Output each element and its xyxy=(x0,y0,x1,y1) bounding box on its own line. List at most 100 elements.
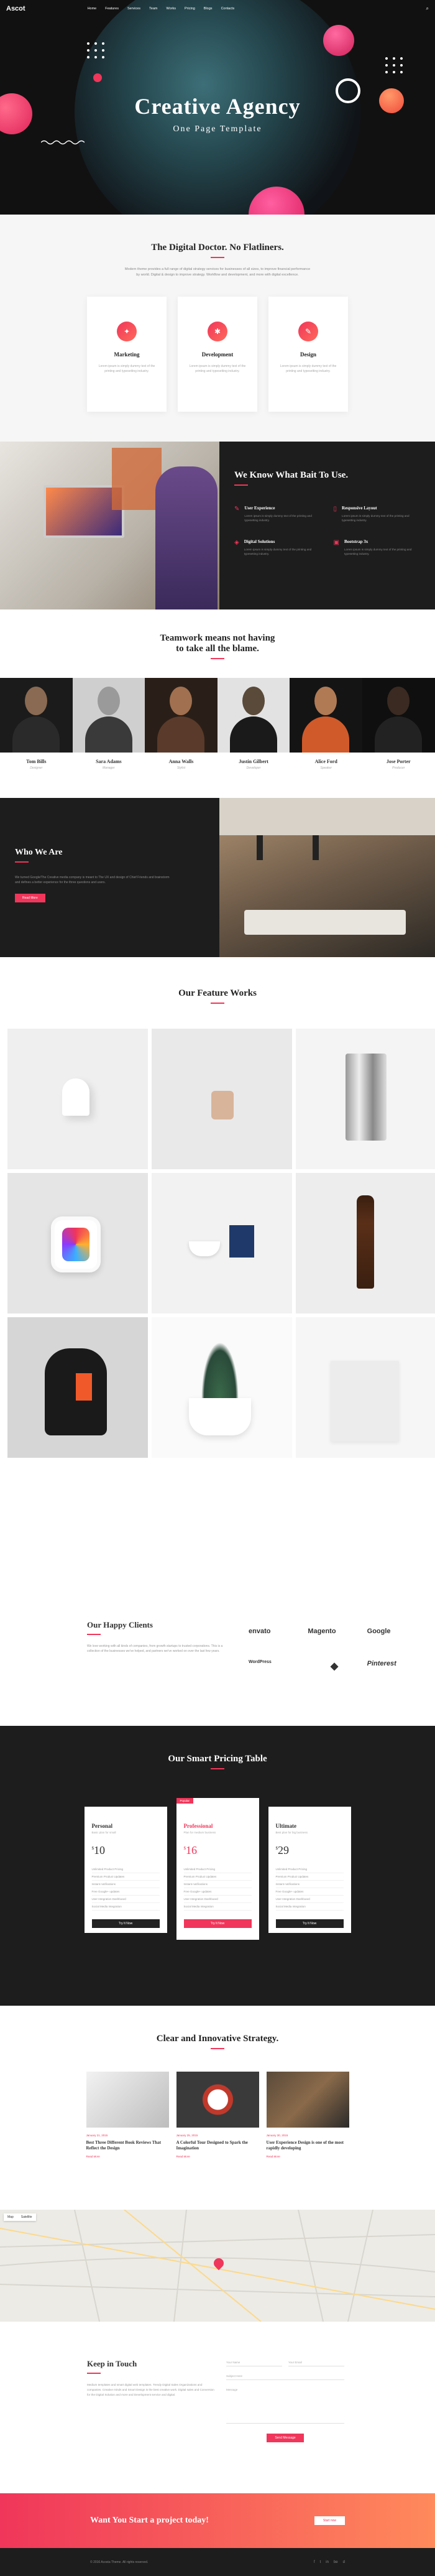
post-title[interactable]: A Colorful Tour Designed to Spark the Im… xyxy=(176,2140,259,2151)
email-field[interactable]: Your Email xyxy=(288,2359,344,2366)
section-title: Our Happy Clients xyxy=(87,1620,153,1629)
satellite-tab[interactable]: Satellite xyxy=(17,2213,36,2221)
read-more-link[interactable]: Read More xyxy=(267,2155,349,2158)
member-role: Producer xyxy=(392,766,405,770)
nav-item-contacts[interactable]: Contacts xyxy=(221,7,235,11)
member-caption: Justin Gilbert Developer xyxy=(218,759,290,770)
read-more-button[interactable]: Read More xyxy=(15,894,45,902)
member-photo[interactable] xyxy=(0,678,73,753)
pricing-plans: Personal Basic plan for small $10 Unlimi… xyxy=(0,1798,435,1940)
card-title: Development xyxy=(201,351,234,358)
feature-text: Lorem ipsum is simply dummy text of the … xyxy=(244,514,312,522)
plan-feature: Social Media Integration xyxy=(91,1903,160,1911)
megaphone-icon: ✦ xyxy=(117,321,137,341)
map-tab[interactable]: Map xyxy=(4,2213,17,2221)
magento-logo[interactable]: Magento xyxy=(308,1628,360,1635)
name-field[interactable]: Your Name xyxy=(226,2359,282,2366)
plan-feature: Unlimited Product Pricing xyxy=(275,1866,344,1873)
nav-item-pricing[interactable]: Pricing xyxy=(185,7,195,11)
portfolio-item[interactable] xyxy=(7,1029,148,1169)
portfolio-item[interactable] xyxy=(152,1029,292,1169)
plan-feature: Premium Product Updates xyxy=(183,1873,252,1881)
section-title: Clear and Innovative Strategy. xyxy=(156,2034,279,2044)
member-photo[interactable] xyxy=(362,678,435,753)
wordpress-logo[interactable]: WordPress xyxy=(249,1660,301,1672)
logo[interactable]: Ascot xyxy=(6,5,25,12)
post-image[interactable] xyxy=(176,2072,259,2128)
nav-item-blogs[interactable]: Blogs xyxy=(204,7,213,11)
nav-item-team[interactable]: Team xyxy=(149,7,157,11)
plan-button[interactable]: Try It Now xyxy=(275,1919,344,1928)
post-title[interactable]: Best Three Different Book Reviews That R… xyxy=(86,2140,169,2151)
plan-feature: Unlimited Product Pricing xyxy=(183,1866,252,1873)
plan-button[interactable]: Try It Now xyxy=(91,1919,160,1928)
contact-section: Keep in Touch Medium templates and smart… xyxy=(0,2322,435,2493)
plan-button[interactable]: Try It Now xyxy=(183,1919,252,1928)
member-caption: Jose Porter Producer xyxy=(362,759,435,770)
nav-item-works[interactable]: Works xyxy=(167,7,176,11)
section-title: Our Feature Works xyxy=(178,988,257,998)
location-map[interactable]: Map Satellite xyxy=(0,2210,435,2322)
bird-logo[interactable]: ◆ xyxy=(308,1660,360,1672)
facebook-icon[interactable]: f xyxy=(314,2560,315,2564)
meeting-photo xyxy=(219,798,435,957)
envato-logo[interactable]: envato xyxy=(249,1628,301,1635)
portfolio-item[interactable] xyxy=(296,1173,435,1313)
feature-title: Responsive Layout xyxy=(342,506,377,511)
portfolio-item[interactable] xyxy=(7,1173,148,1313)
service-card: ✱ Development Lorem ipsum is simply dumm… xyxy=(178,296,257,412)
portfolio-item[interactable] xyxy=(296,1029,435,1169)
start-now-button[interactable]: Start now xyxy=(314,2516,345,2525)
title-underline xyxy=(87,2373,101,2374)
pricing-section: Our Smart Pricing Table Personal Basic p… xyxy=(0,1726,435,2006)
member-photo[interactable] xyxy=(217,678,290,753)
plan-feature: Social Media Integration xyxy=(275,1903,344,1911)
search-icon[interactable]: ⌕ xyxy=(426,6,429,12)
dribbble-icon[interactable]: d xyxy=(343,2560,345,2564)
nav-item-home[interactable]: Home xyxy=(88,7,97,11)
linkedin-icon[interactable]: in xyxy=(326,2560,329,2564)
section-title: We Know What Bait To Use. xyxy=(234,470,349,480)
price-amount: 16 xyxy=(186,1844,197,1856)
post-image[interactable] xyxy=(266,2072,349,2128)
member-name: Justin Gilbert xyxy=(239,759,268,764)
team-section: Teamwork means not having to take all th… xyxy=(0,609,435,798)
decor-dots xyxy=(87,42,105,58)
plan-price: $16 xyxy=(184,1844,252,1857)
google-logo[interactable]: Google xyxy=(367,1628,420,1635)
send-message-button[interactable]: Send Message xyxy=(267,2434,304,2442)
portfolio-item[interactable] xyxy=(152,1317,292,1458)
nav-item-features[interactable]: Features xyxy=(105,7,119,11)
subject-field[interactable]: Subject Here xyxy=(226,2373,344,2380)
message-field[interactable]: Message xyxy=(226,2386,344,2424)
behance-icon[interactable]: be xyxy=(334,2560,338,2564)
portfolio-item[interactable] xyxy=(152,1173,292,1313)
nav-item-services[interactable]: Services xyxy=(127,7,140,11)
clients-section: Our Happy Clients We love working with a… xyxy=(0,1583,435,1726)
post-date: January 25, 2015 xyxy=(176,2134,198,2137)
post-title[interactable]: User Experience Design is one of the mos… xyxy=(267,2140,349,2151)
pinterest-logo[interactable]: Pinterest xyxy=(367,1660,420,1672)
section-title-line1: Teamwork means not having xyxy=(160,633,275,643)
member-photo[interactable] xyxy=(72,678,145,753)
twitter-icon[interactable]: t xyxy=(320,2560,321,2564)
about-paragraph: We turned Google/The Creative media comp… xyxy=(15,876,170,884)
member-role: Stylist xyxy=(176,766,186,770)
post-date: January 21, 2015 xyxy=(86,2134,108,2137)
card-text: Lorem ipsum is simply dummy text of the … xyxy=(189,364,246,373)
member-photo[interactable] xyxy=(290,678,362,753)
plan-feature: Instant notifications xyxy=(91,1881,160,1888)
blog-section: Clear and Innovative Strategy. January 2… xyxy=(0,2006,435,2210)
team-photos xyxy=(0,678,435,753)
pen-icon: ✎ xyxy=(298,321,318,341)
ceiling xyxy=(219,798,435,835)
post-image[interactable] xyxy=(86,2072,169,2128)
cta-title: Want You Start a project today! xyxy=(90,2516,209,2525)
portfolio-item[interactable] xyxy=(7,1317,148,1458)
member-photo[interactable] xyxy=(145,678,218,753)
team-names: Tom Bills Designer Sara Adams Manager Anna… xyxy=(0,759,435,770)
member-name: Anna Walls xyxy=(168,759,194,764)
read-more-link[interactable]: Read More xyxy=(86,2155,169,2158)
read-more-link[interactable]: Read More xyxy=(176,2155,259,2158)
portfolio-item[interactable] xyxy=(296,1317,435,1458)
